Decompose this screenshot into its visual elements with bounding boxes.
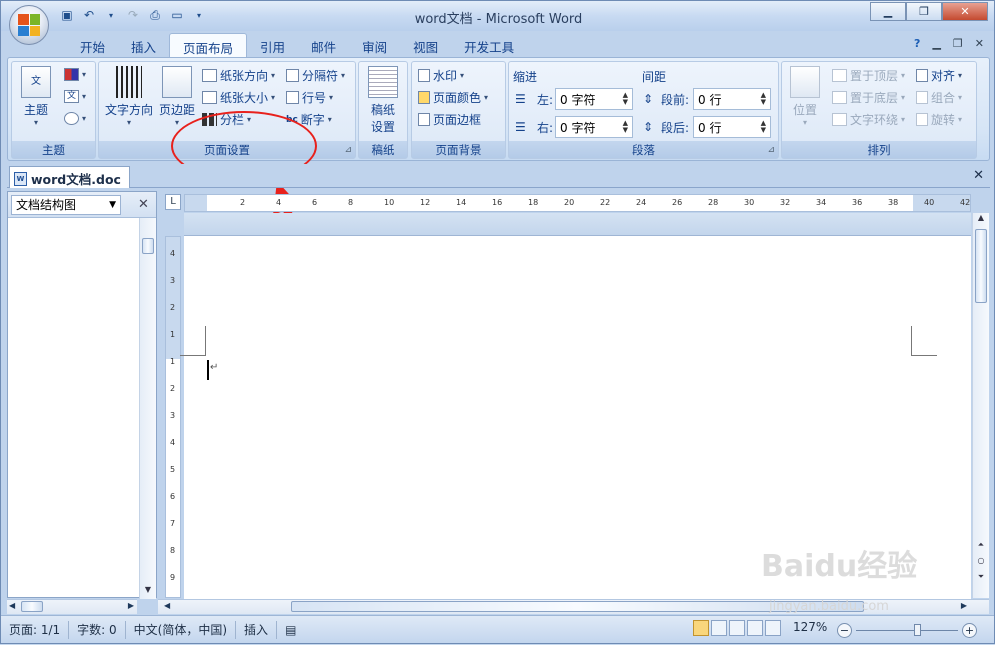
- ruler-tick-label: 2: [240, 198, 246, 207]
- vruler-tick-label: 1: [170, 357, 176, 366]
- ruler-tick-label: 28: [708, 198, 719, 207]
- ruler-tick-label: 34: [816, 198, 827, 207]
- vruler-tick-label: 9: [170, 573, 176, 582]
- document-map-hscrollbar[interactable]: ◀ ▶: [7, 599, 137, 614]
- document-tab-label: word文档.doc: [31, 172, 121, 187]
- document-map-selector-label: 文档结构图: [16, 198, 77, 212]
- page-corner-tr: [911, 326, 937, 356]
- document-tab-bar: W word文档.doc ✕: [7, 164, 990, 188]
- office-button[interactable]: [9, 5, 49, 45]
- document-map-close-icon[interactable]: ✕: [138, 197, 149, 212]
- scroll-up-icon[interactable]: ▲: [973, 213, 989, 227]
- document-map-scrollbar[interactable]: ▼: [139, 218, 156, 599]
- ruler-tick-label: 12: [420, 198, 431, 207]
- ruler-tick-label: 40: [924, 198, 935, 207]
- document-map-header: 文档结构图 ▼ ✕: [8, 192, 156, 218]
- vruler-tick-label: 6: [170, 492, 176, 501]
- document-map-scroll-thumb[interactable]: [142, 238, 154, 254]
- ruler-tick-label: 8: [348, 198, 354, 207]
- print-layout-icon[interactable]: [693, 620, 709, 636]
- status-page[interactable]: 页面: 1/1: [1, 620, 70, 639]
- vruler-tick-label: 8: [170, 546, 176, 555]
- vertical-ruler[interactable]: 4 3 2 1 1 2 3 4 5 6 7 8 9: [165, 236, 181, 598]
- office-logo-icon: [18, 14, 40, 36]
- vruler-tick-label: 5: [170, 465, 176, 474]
- draft-view-icon[interactable]: [765, 620, 781, 636]
- ruler-tick-label: 26: [672, 198, 683, 207]
- status-language[interactable]: 中文(简体，中国): [126, 620, 237, 639]
- ruler-tick-label: 20: [564, 198, 575, 207]
- ruler-tick-label: 24: [636, 198, 647, 207]
- document-map-hscroll-thumb[interactable]: [21, 601, 43, 612]
- ruler-tick-label: 16: [492, 198, 503, 207]
- scroll-left-icon[interactable]: ◀: [9, 601, 15, 610]
- vruler-tick-label: 4: [170, 438, 176, 447]
- scroll-down-icon[interactable]: ▼: [140, 585, 156, 599]
- ruler-tick-label: 38: [888, 198, 899, 207]
- document-tab-close-icon[interactable]: ✕: [973, 168, 984, 183]
- document-map-selector[interactable]: 文档结构图 ▼: [11, 194, 121, 215]
- vruler-tick-label: 1: [170, 330, 176, 339]
- tab-selector-button[interactable]: L: [165, 194, 181, 210]
- zoom-track[interactable]: [856, 623, 958, 636]
- zoom-knob[interactable]: [914, 623, 921, 636]
- vruler-tick-label: 2: [170, 384, 176, 393]
- page-corner-tl: [180, 326, 206, 356]
- baidu-watermark: Baidu经验: [761, 549, 918, 584]
- scroll-right-icon[interactable]: ▶: [128, 601, 134, 610]
- zoom-out-icon[interactable]: −: [837, 622, 852, 638]
- hscroll-right-icon[interactable]: ▶: [961, 601, 967, 610]
- select-browse-object-icon[interactable]: ○: [973, 556, 989, 570]
- ruler-tick-label: 4: [276, 198, 282, 207]
- chevron-down-icon: ▼: [109, 199, 116, 210]
- ruler-tick-label: 36: [852, 198, 863, 207]
- prev-page-icon[interactable]: ⏶: [973, 540, 989, 554]
- status-insert-mode[interactable]: 插入: [236, 620, 278, 639]
- text-cursor: [207, 360, 209, 380]
- document-map-pane: 文档结构图 ▼ ✕ ▼: [7, 191, 157, 599]
- vruler-tick-label: 4: [170, 249, 176, 258]
- zoom-level[interactable]: 127%: [793, 620, 827, 634]
- paragraph-mark-icon: ↵: [210, 362, 219, 373]
- vruler-tick-label: 7: [170, 519, 176, 528]
- word-window: ▣ ↶ ▾ ↷ ⎙ ▭ ▾ word文档 - Microsoft Word ▁ …: [0, 0, 995, 644]
- vruler-tick-label: 3: [170, 411, 176, 420]
- view-buttons: [693, 620, 781, 636]
- ruler-tick-label: 22: [600, 198, 611, 207]
- web-layout-icon[interactable]: [729, 620, 745, 636]
- document-scroll-thumb[interactable]: [975, 229, 987, 303]
- baidu-watermark-url: jingyan.baidu.com: [769, 599, 889, 614]
- full-screen-reading-icon[interactable]: [711, 620, 727, 636]
- zoom-in-icon[interactable]: +: [962, 622, 977, 638]
- ruler-left-margin: [185, 195, 207, 211]
- next-page-icon[interactable]: ⏷: [973, 572, 989, 586]
- ruler-tick-label: 30: [744, 198, 755, 207]
- horizontal-ruler[interactable]: 2 4 6 8 10 12 14 16 18 20 22 24 26 28 30 32 34 36 38 40 42: [184, 194, 971, 212]
- zoom-slider[interactable]: − +: [837, 622, 977, 638]
- vruler-tick-label: 2: [170, 303, 176, 312]
- macro-record-icon[interactable]: ▤: [277, 621, 304, 639]
- outline-view-icon[interactable]: [747, 620, 763, 636]
- status-bar: 页面: 1/1 字数: 0 中文(简体，中国) 插入 ▤ 127% − +: [1, 615, 994, 643]
- document-vscrollbar[interactable]: ▲ ⏶ ○ ⏷: [972, 213, 989, 598]
- document-tab[interactable]: W word文档.doc: [9, 166, 130, 188]
- ruler-tick-label: 10: [384, 198, 395, 207]
- ruler-tick-label: 32: [780, 198, 791, 207]
- ruler-tick-label: 6: [312, 198, 318, 207]
- ruler-tick-label: 14: [456, 198, 467, 207]
- hscroll-left-icon[interactable]: ◀: [164, 601, 170, 610]
- ruler-tick-label: 42: [960, 198, 971, 207]
- status-word-count[interactable]: 字数: 0: [69, 620, 126, 639]
- vruler-tick-label: 3: [170, 276, 176, 285]
- ruler-tick-label: 18: [528, 198, 539, 207]
- word-doc-icon: W: [14, 171, 27, 186]
